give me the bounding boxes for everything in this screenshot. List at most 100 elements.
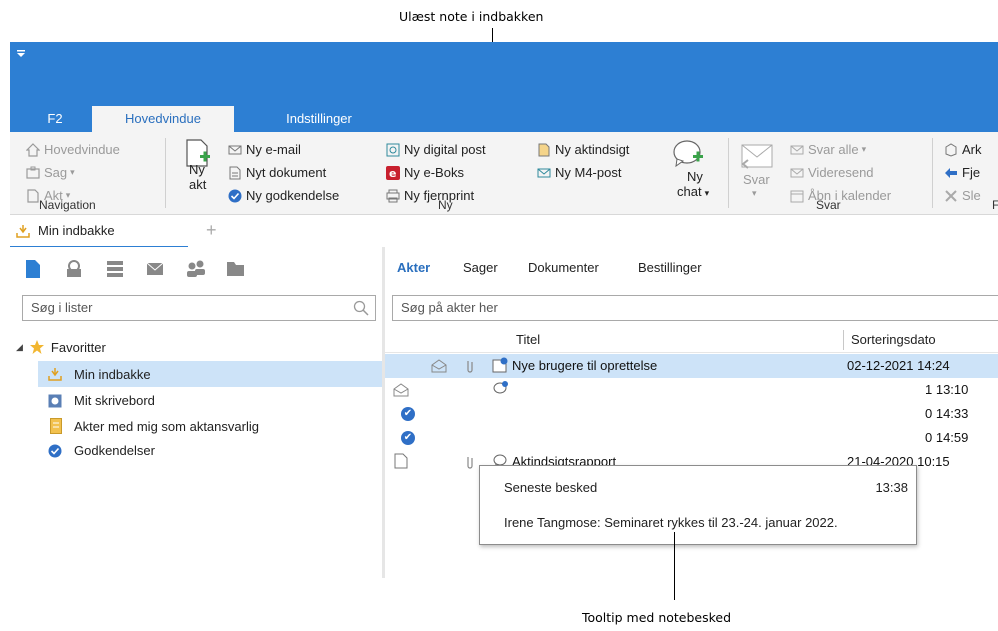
read-mail-icon — [431, 359, 447, 373]
group-svar-label: Svar — [816, 198, 841, 212]
ny-chat-button[interactable]: Ny chat ▾ — [670, 138, 720, 199]
left-pane: Søg i lister ◢ Favoritter Min indbakke M… — [10, 247, 383, 578]
arkiver-button[interactable]: Ark — [944, 142, 982, 157]
paperclip-icon — [467, 457, 473, 469]
ny-godkendelse-label: Ny godkendelse — [246, 188, 340, 203]
mail-filter-icon[interactable] — [146, 259, 166, 279]
document-responsible-icon — [50, 418, 62, 434]
arkiver-label: Ark — [962, 142, 982, 157]
fjern-label: Fje — [962, 165, 981, 180]
document-new-icon — [228, 166, 242, 180]
ny-fjernprint-button[interactable]: Ny fjernprint — [386, 188, 474, 203]
nyt-dokument-button[interactable]: Nyt dokument — [228, 165, 326, 180]
tab-f2[interactable]: F2 — [38, 106, 72, 132]
slet-button[interactable]: Sle — [944, 188, 981, 203]
ny-aktindsigt-button[interactable]: Ny aktindsigt — [537, 142, 629, 157]
ny-e-boks-label: Ny e-Boks — [404, 165, 464, 180]
approval-check-icon — [48, 444, 62, 457]
ny-aktindsigt-label: Ny aktindsigt — [555, 142, 630, 157]
tree-item-akter-ansvarlig[interactable]: Akter med mig som aktansvarlig — [50, 418, 259, 434]
tab-bestillinger[interactable]: Bestillinger — [638, 260, 702, 275]
home-icon — [25, 142, 41, 157]
tab-min-indbakke[interactable]: Min indbakke — [10, 215, 188, 248]
inbox-icon — [16, 224, 30, 238]
ny-digital-post-button[interactable]: Ny digital post — [386, 142, 486, 157]
column-header-row: Titel Sorteringsdato — [385, 328, 998, 353]
ny-m4-post-label: Ny M4-post — [555, 165, 622, 180]
table-row[interactable]: ✔ 0 14:59 — [385, 426, 998, 450]
tooltip-header: Seneste besked — [504, 480, 598, 495]
callout-line-bottom — [674, 532, 675, 600]
chat-bubble-icon — [673, 140, 703, 168]
tab-min-indbakke-label: Min indbakke — [38, 223, 115, 238]
svar-button[interactable]: Svar ▾ — [736, 138, 780, 200]
table-row[interactable]: 1 13:10 — [385, 378, 998, 402]
title-bar — [10, 42, 998, 100]
ny-digital-post-label: Ny digital post — [404, 142, 486, 157]
table-row[interactable]: ✔ 0 14:33 — [385, 402, 998, 426]
tree-favoritter-label: Favoritter — [50, 339, 106, 355]
ribbon-separator — [165, 138, 166, 208]
svar-alle-label: Svar alle — [808, 142, 859, 157]
ny-m4-post-button[interactable]: Ny M4-post — [537, 165, 621, 180]
slet-label: Sle — [962, 188, 981, 203]
calendar-icon — [790, 189, 804, 203]
column-title[interactable]: Titel — [516, 332, 540, 347]
star-icon — [29, 340, 44, 354]
tab-hovedvindue[interactable]: Hovedvindue — [92, 106, 234, 132]
case-filter-icon[interactable] — [64, 259, 84, 279]
svar-alle-button[interactable]: Svar alle ▾ — [790, 142, 866, 157]
reply-all-icon — [790, 143, 804, 157]
ny-chat-label-2: chat — [677, 184, 702, 199]
column-sorteringsdato[interactable]: Sorteringsdato — [851, 332, 936, 347]
arrow-left-icon — [944, 166, 958, 180]
nav-sag-button[interactable]: Sag ▾ — [26, 165, 75, 180]
videresend-button[interactable]: Videresend — [790, 165, 874, 180]
desktop-icon — [48, 394, 62, 407]
approval-check-icon: ✔ — [401, 431, 415, 445]
ny-chat-label-1: Ny — [687, 169, 703, 184]
table-row[interactable]: Nye brugere til oprettelse 02-12-2021 14… — [385, 354, 998, 378]
note-tooltip: Seneste besked 13:38 Irene Tangmose: Sem… — [479, 465, 917, 545]
tab-dokumenter[interactable]: Dokumenter — [528, 260, 599, 275]
ny-akt-button[interactable]: Ny akt — [177, 138, 217, 196]
ny-akt-label-2: akt — [189, 177, 207, 192]
row-date: 0 14:33 — [925, 406, 969, 421]
ny-email-button[interactable]: Ny e-mail — [228, 142, 301, 157]
ribbon: Hovedvindue Sag ▾ Akt ▾ Navigation Ny akt … — [10, 132, 998, 215]
column-divider[interactable] — [843, 330, 844, 350]
right-search-input[interactable]: Søg på akter her — [392, 295, 998, 321]
tree-item-mit-skrivebord[interactable]: Mit skrivebord — [48, 393, 155, 408]
ny-godkendelse-button[interactable]: Ny godkendelse — [228, 188, 339, 203]
tree-item-akter-ansvarlig-label: Akter med mig som aktansvarlig — [74, 418, 259, 434]
add-tab-button[interactable]: + — [206, 220, 217, 241]
tree-item-min-indbakke[interactable]: Min indbakke — [38, 361, 383, 387]
folder-filter-icon[interactable] — [226, 259, 246, 279]
tooltip-message: Irene Tangmose: Seminaret rykkes til 23.… — [504, 515, 838, 530]
list-filter-icon[interactable] — [106, 259, 124, 279]
tree-favoritter[interactable]: ◢ Favoritter — [16, 339, 106, 355]
approval-check-icon — [228, 189, 242, 203]
nav-hovedvindue-button[interactable]: Hovedvindue — [25, 142, 120, 157]
videresend-label: Videresend — [808, 165, 874, 180]
paperclip-icon — [467, 361, 473, 373]
e-boks-icon: e — [386, 165, 400, 180]
quick-access-dropdown-icon[interactable] — [16, 47, 26, 57]
forward-icon — [790, 166, 804, 180]
right-search-placeholder: Søg på akter her — [401, 300, 498, 315]
tab-indstillinger[interactable]: Indstillinger — [272, 106, 366, 132]
tab-sager[interactable]: Sager — [463, 260, 498, 275]
reply-envelope-icon — [741, 144, 773, 169]
callout-unread-note: Ulæst note i indbakken — [399, 9, 544, 24]
tree-item-min-indbakke-label: Min indbakke — [74, 366, 151, 382]
document-icon — [26, 188, 40, 203]
document-filter-icon[interactable] — [24, 259, 42, 279]
tab-akter[interactable]: Akter — [397, 260, 430, 275]
fjern-button[interactable]: Fje — [944, 165, 980, 180]
tree-item-godkendelser[interactable]: Godkendelser — [48, 443, 155, 458]
users-filter-icon[interactable] — [186, 259, 208, 279]
remote-print-icon — [386, 189, 400, 203]
left-search-input[interactable]: Søg i lister — [22, 295, 376, 321]
nav-hovedvindue-label: Hovedvindue — [44, 142, 120, 157]
ny-e-boks-button[interactable]: e Ny e-Boks — [386, 165, 464, 180]
